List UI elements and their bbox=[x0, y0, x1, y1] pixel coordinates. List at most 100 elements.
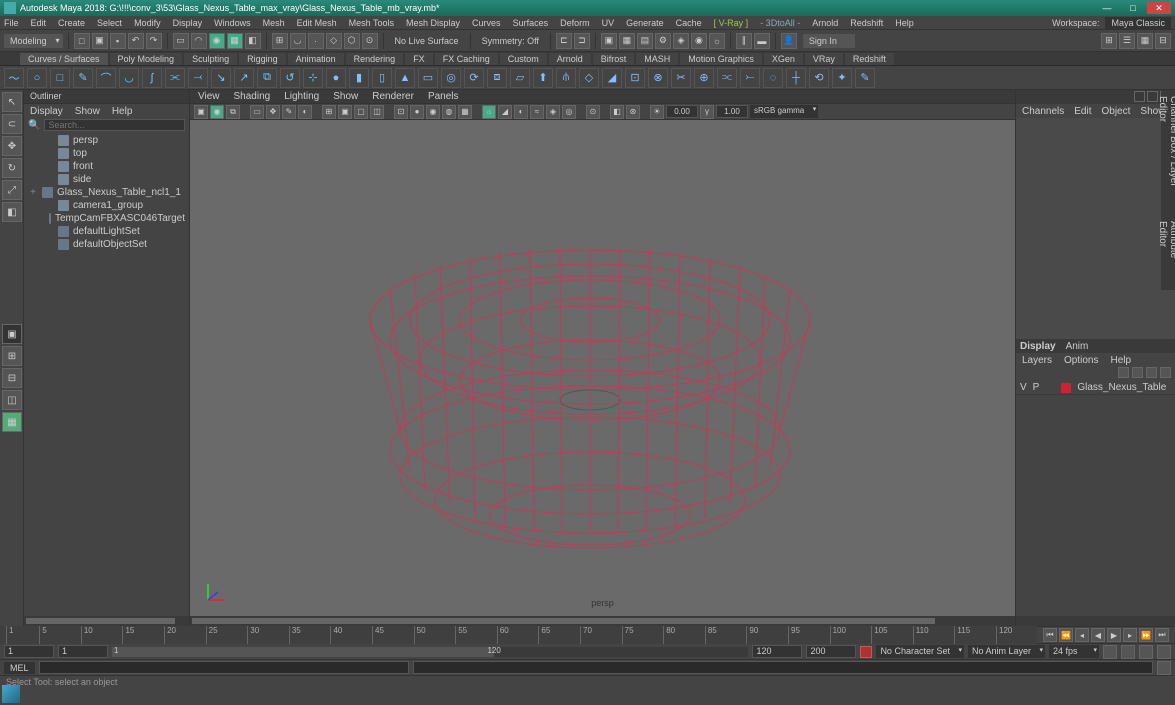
outliner-item[interactable]: side bbox=[24, 173, 189, 186]
vp-film-gate-icon[interactable]: ▣ bbox=[338, 105, 352, 119]
command-lang-label[interactable]: MEL bbox=[4, 662, 35, 674]
vp-image-plane-icon[interactable]: ▭ bbox=[250, 105, 264, 119]
vp-exposure-icon[interactable]: ☀ bbox=[650, 105, 664, 119]
redo-icon[interactable]: ↷ bbox=[146, 33, 162, 49]
vp-bookmark-icon[interactable]: ⧉ bbox=[226, 105, 240, 119]
layout-outliner-icon[interactable]: ▦ bbox=[2, 412, 22, 432]
account-icon[interactable]: 👤 bbox=[781, 33, 797, 49]
shelf-sculpt-surf-icon[interactable]: ✦ bbox=[832, 68, 852, 88]
layer-row[interactable]: V P Glass_Nexus_Table bbox=[1016, 381, 1175, 395]
loop-icon[interactable] bbox=[1121, 645, 1135, 659]
live-surface-label[interactable]: No Live Surface bbox=[389, 36, 465, 46]
vp-xray-joints-icon[interactable]: ⊛ bbox=[626, 105, 640, 119]
menu-help[interactable]: Help bbox=[895, 18, 914, 28]
menu-create[interactable]: Create bbox=[58, 18, 85, 28]
shelf-boundary-icon[interactable]: ◇ bbox=[579, 68, 599, 88]
snap-live-icon[interactable]: ⬡ bbox=[344, 33, 360, 49]
vp-colorspace-dropdown[interactable]: sRGB gamma bbox=[750, 105, 818, 118]
vp-aa-icon[interactable]: ◈ bbox=[546, 105, 560, 119]
viewport-scrollbar[interactable] bbox=[190, 616, 1015, 626]
vp-gate-mask-icon[interactable]: ◫ bbox=[370, 105, 384, 119]
shelf-insert-icon[interactable]: ↘ bbox=[211, 68, 231, 88]
minimize-button[interactable]: — bbox=[1095, 2, 1119, 14]
ch-menu-channels[interactable]: Channels bbox=[1022, 106, 1064, 117]
shelf-open-close-icon[interactable]: ◌ bbox=[763, 68, 783, 88]
go-end-icon[interactable]: ⏭ bbox=[1155, 628, 1169, 642]
step-back-icon[interactable]: ⏪ bbox=[1059, 628, 1073, 642]
shelf-tab-fx[interactable]: FX bbox=[405, 53, 433, 65]
scale-tool-icon[interactable]: ⤢ bbox=[2, 180, 22, 200]
layout-four-icon[interactable]: ⊞ bbox=[2, 346, 22, 366]
render-view-icon[interactable]: ◈ bbox=[673, 33, 689, 49]
fps-dropdown[interactable]: 24 fps bbox=[1049, 645, 1099, 658]
shelf-ep-curve-icon[interactable]: 〜 bbox=[4, 68, 24, 88]
shelf-square-icon[interactable]: □ bbox=[50, 68, 70, 88]
vp-grid-icon[interactable]: ⊞ bbox=[322, 105, 336, 119]
shelf-offset-icon[interactable]: ⧉ bbox=[257, 68, 277, 88]
shelf-tab-render[interactable]: Rendering bbox=[346, 53, 404, 65]
shelf-sphere-icon[interactable]: ● bbox=[326, 68, 346, 88]
vp-xray-icon[interactable]: ◧ bbox=[610, 105, 624, 119]
vp-menu-view[interactable]: View bbox=[198, 91, 220, 102]
step-fwd-icon[interactable]: ⏩ bbox=[1139, 628, 1153, 642]
outliner-item[interactable]: +Glass_Nexus_Table_ncl1_1 bbox=[24, 186, 189, 199]
symmetry-dropdown[interactable]: Symmetry: Off bbox=[476, 36, 545, 46]
snap-grid-icon[interactable]: ⊞ bbox=[272, 33, 288, 49]
shelf-intersect-icon[interactable]: ⊗ bbox=[648, 68, 668, 88]
viewport[interactable]: persp bbox=[190, 120, 1015, 616]
new-scene-icon[interactable]: □ bbox=[74, 33, 90, 49]
shelf-tab-rig[interactable]: Rigging bbox=[239, 53, 286, 65]
vp-2d-pan-icon[interactable]: ✥ bbox=[266, 105, 280, 119]
outliner-scrollbar[interactable] bbox=[24, 616, 189, 626]
prefs-icon[interactable] bbox=[1157, 645, 1171, 659]
play-fwd-icon[interactable]: ▶ bbox=[1107, 628, 1121, 642]
menu-deform[interactable]: Deform bbox=[560, 18, 590, 28]
vp-lights-icon[interactable]: ☼ bbox=[482, 105, 496, 119]
layout-two-v-icon[interactable]: ◫ bbox=[2, 390, 22, 410]
vp-isolate-icon[interactable]: ⊙ bbox=[586, 105, 600, 119]
shelf-tab-fxcache[interactable]: FX Caching bbox=[435, 53, 498, 65]
layer-up-icon[interactable] bbox=[1118, 367, 1129, 378]
rp-toggle-1-icon[interactable] bbox=[1134, 91, 1145, 102]
lasso-icon[interactable]: ◠ bbox=[191, 33, 207, 49]
menu-uv[interactable]: UV bbox=[602, 18, 615, 28]
shelf-surface-edit-icon[interactable]: ✎ bbox=[855, 68, 875, 88]
shelf-pencil-curve-icon[interactable]: ✎ bbox=[73, 68, 93, 88]
shelf-project-icon[interactable]: ⊡ bbox=[625, 68, 645, 88]
pause-icon[interactable]: ∥ bbox=[736, 33, 752, 49]
last-tool-icon[interactable]: ◧ bbox=[2, 202, 22, 222]
cg-out-icon[interactable]: ⊐ bbox=[574, 33, 590, 49]
shelf-detach-icon[interactable]: ⤙ bbox=[188, 68, 208, 88]
vp-textured-icon[interactable]: ▦ bbox=[458, 105, 472, 119]
shelf-tab-anim[interactable]: Animation bbox=[288, 53, 344, 65]
ch-menu-object[interactable]: Object bbox=[1102, 106, 1131, 117]
shelf-cone-icon[interactable]: ▲ bbox=[395, 68, 415, 88]
vp-ao-icon[interactable]: ◐ bbox=[514, 105, 528, 119]
shelf-trim-icon[interactable]: ✂ bbox=[671, 68, 691, 88]
shelf-tab-mograph[interactable]: Motion Graphics bbox=[680, 53, 762, 65]
menu-display[interactable]: Display bbox=[173, 18, 203, 28]
shelf-tab-xgen[interactable]: XGen bbox=[764, 53, 803, 65]
toggle-icon[interactable]: ▬ bbox=[754, 33, 770, 49]
layer-name[interactable]: Glass_Nexus_Table bbox=[1077, 382, 1166, 393]
menu-arnold[interactable]: Arnold bbox=[812, 18, 838, 28]
vp-select-cam-icon[interactable]: ▣ bbox=[194, 105, 208, 119]
shelf-birail-icon[interactable]: ⫛ bbox=[556, 68, 576, 88]
ch-menu-edit[interactable]: Edit bbox=[1074, 106, 1091, 117]
shelf-tab-bifrost[interactable]: Bifrost bbox=[593, 53, 635, 65]
shelf-untrim-icon[interactable]: ⊕ bbox=[694, 68, 714, 88]
outliner-item[interactable]: persp bbox=[24, 134, 189, 147]
menu-edit[interactable]: Edit bbox=[31, 18, 47, 28]
render-seq-icon[interactable]: ▤ bbox=[637, 33, 653, 49]
shelf-tab-custom[interactable]: Custom bbox=[500, 53, 547, 65]
outliner-menu-show[interactable]: Show bbox=[75, 106, 100, 117]
snap-toggle-icon[interactable]: ⊙ bbox=[362, 33, 378, 49]
layer-down-icon[interactable] bbox=[1132, 367, 1143, 378]
menu-3dtoall[interactable]: - 3DtoAll - bbox=[760, 18, 800, 28]
vp-wire-on-shade-icon[interactable]: ◍ bbox=[442, 105, 456, 119]
shelf-cylinder-icon[interactable]: ▯ bbox=[372, 68, 392, 88]
menu-set-dropdown[interactable]: Modeling bbox=[4, 34, 63, 48]
save-scene-icon[interactable]: ▪ bbox=[110, 33, 126, 49]
shelf-attach-icon[interactable]: ⫘ bbox=[165, 68, 185, 88]
shelf-tab-poly[interactable]: Poly Modeling bbox=[110, 53, 183, 65]
